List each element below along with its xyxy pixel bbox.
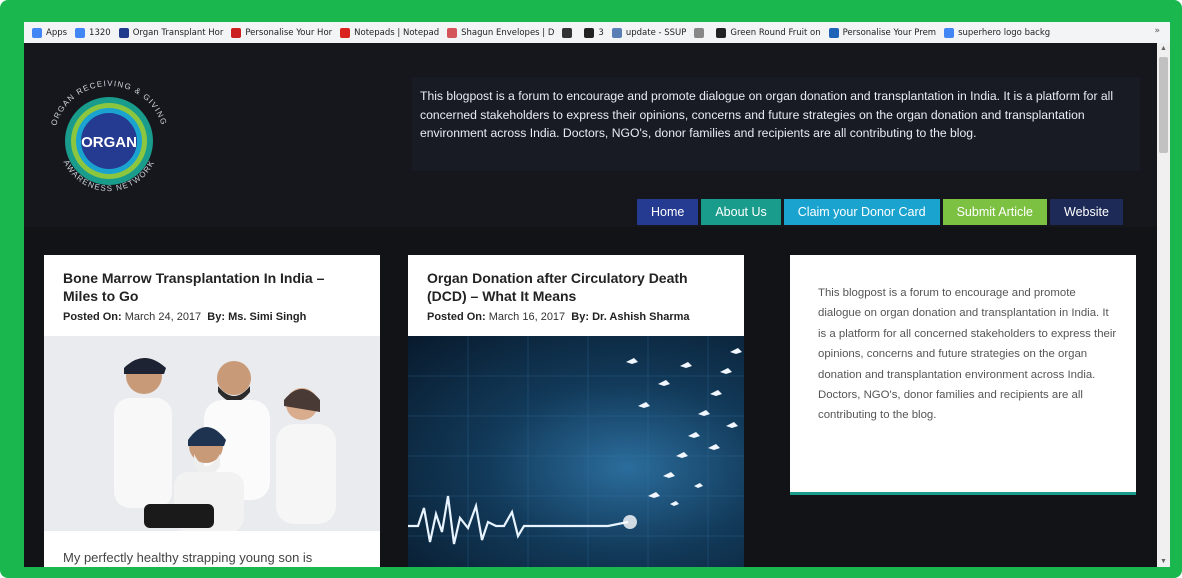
main-nav: Home About Us Claim your Donor Card Submit … (634, 199, 1123, 227)
sidebar-about-widget: This blogpost is a forum to encourage an… (790, 255, 1136, 495)
google-g-icon (944, 27, 955, 38)
bookmark-item[interactable]: update - SSUP (611, 27, 687, 38)
bookmark-item[interactable] (694, 27, 708, 38)
bookmark-label: Shagun Envelopes | D (461, 27, 555, 38)
bookmark-label: update - SSUP (625, 27, 687, 38)
a-circle-icon (584, 27, 595, 38)
organ-logo[interactable]: ORGAN ORGAN RECEIVING & GIVING AWARENESS… (40, 73, 178, 203)
bookmark-label: Apps (46, 27, 68, 38)
triangle-icon (828, 27, 839, 38)
photo-icon (716, 27, 727, 38)
browser-screen: Apps 1320 Organ Transplant Hor Personalise … (24, 22, 1170, 567)
bookmark-label: Organ Transplant Hor (132, 27, 224, 38)
bookmark-item[interactable]: 1320 (75, 27, 111, 38)
scroll-down-arrow-icon[interactable]: ▼ (1157, 558, 1170, 565)
bookmarks-overflow-icon[interactable]: » (1154, 26, 1160, 36)
sidebar-about-text: This blogpost is a forum to encourage an… (818, 287, 1117, 422)
site-icon (118, 27, 129, 38)
post-title[interactable]: Bone Marrow Transplantation In India – M… (63, 269, 362, 305)
post-card-bone-marrow[interactable]: Bone Marrow Transplantation In India – M… (44, 255, 380, 567)
page-icon (694, 27, 705, 38)
post-title[interactable]: Organ Donation after Circulatory Death (… (427, 269, 726, 305)
logo-center-text: ORGAN (81, 134, 137, 151)
bookmark-item[interactable] (562, 27, 576, 38)
post-author[interactable]: Dr. Ashish Sharma (592, 311, 689, 323)
bookmark-item[interactable]: Organ Transplant Hor (118, 27, 224, 38)
content-area: Bone Marrow Transplantation In India – M… (24, 227, 1157, 567)
nav-submit-article[interactable]: Submit Article (942, 199, 1048, 225)
bookmark-item[interactable]: Personalise Your Prem (828, 27, 937, 38)
site-header: ORGAN ORGAN RECEIVING & GIVING AWARENESS… (24, 43, 1157, 227)
apps-grid-icon (32, 27, 42, 38)
envelope-icon (447, 27, 458, 38)
post-date: March 16, 2017 (488, 311, 566, 323)
nav-website[interactable]: Website (1050, 199, 1123, 225)
bookmark-label: 1320 (89, 27, 111, 38)
bookmark-label: Personalise Your Prem (842, 27, 937, 38)
bookmarks-bar: Apps 1320 Organ Transplant Hor Personalise … (24, 22, 1170, 44)
bookmark-item[interactable]: Personalise Your Hor (231, 27, 333, 38)
nav-claim-your-donor-card[interactable]: Claim your Donor Card (783, 199, 940, 225)
nav-home[interactable]: Home (637, 199, 699, 225)
scrollbar-thumb[interactable] (1159, 57, 1168, 153)
post-author[interactable]: Ms. Simi Singh (228, 311, 306, 323)
stop-icon (340, 27, 351, 38)
google-g-icon (75, 27, 86, 38)
heartbeat-birds-image[interactable] (408, 336, 744, 567)
nav-about-us[interactable]: About Us (701, 199, 781, 225)
bookmark-item[interactable]: Notepads | Notepad (340, 27, 440, 38)
bookmark-label: Personalise Your Hor (245, 27, 333, 38)
bookmark-item[interactable]: Apps (32, 27, 68, 38)
post-meta: Posted On: March 16, 2017 By: Dr. Ashish… (427, 311, 690, 323)
camera-icon (562, 27, 573, 38)
post-date: March 24, 2017 (124, 311, 202, 323)
bookmark-item[interactable]: Shagun Envelopes | D (447, 27, 555, 38)
bookmark-item[interactable]: Green Round Fruit on (716, 27, 821, 38)
scroll-up-arrow-icon[interactable]: ▲ (1157, 45, 1170, 52)
post-meta: Posted On: March 24, 2017 By: Ms. Simi S… (63, 311, 307, 323)
post-card-dcd[interactable]: Organ Donation after Circulatory Death (… (408, 255, 744, 567)
triangle-icon (231, 27, 242, 38)
post-excerpt: My perfectly healthy strapping young son… (63, 550, 313, 565)
bookmark-item[interactable]: 3 (584, 27, 604, 38)
bookmark-label: Notepads | Notepad (354, 27, 440, 38)
bookmark-label: 3 (598, 27, 604, 38)
intro-text: This blogpost is a forum to encourage an… (412, 77, 1140, 171)
bookmark-item[interactable]: superhero logo backg (944, 27, 1051, 38)
docs-icon (611, 27, 622, 38)
bookmark-label: superhero logo backg (958, 27, 1051, 38)
page-scrollbar[interactable]: ▲ ▼ (1157, 43, 1170, 567)
family-photo[interactable] (44, 336, 380, 531)
bookmark-label: Green Round Fruit on (730, 27, 821, 38)
